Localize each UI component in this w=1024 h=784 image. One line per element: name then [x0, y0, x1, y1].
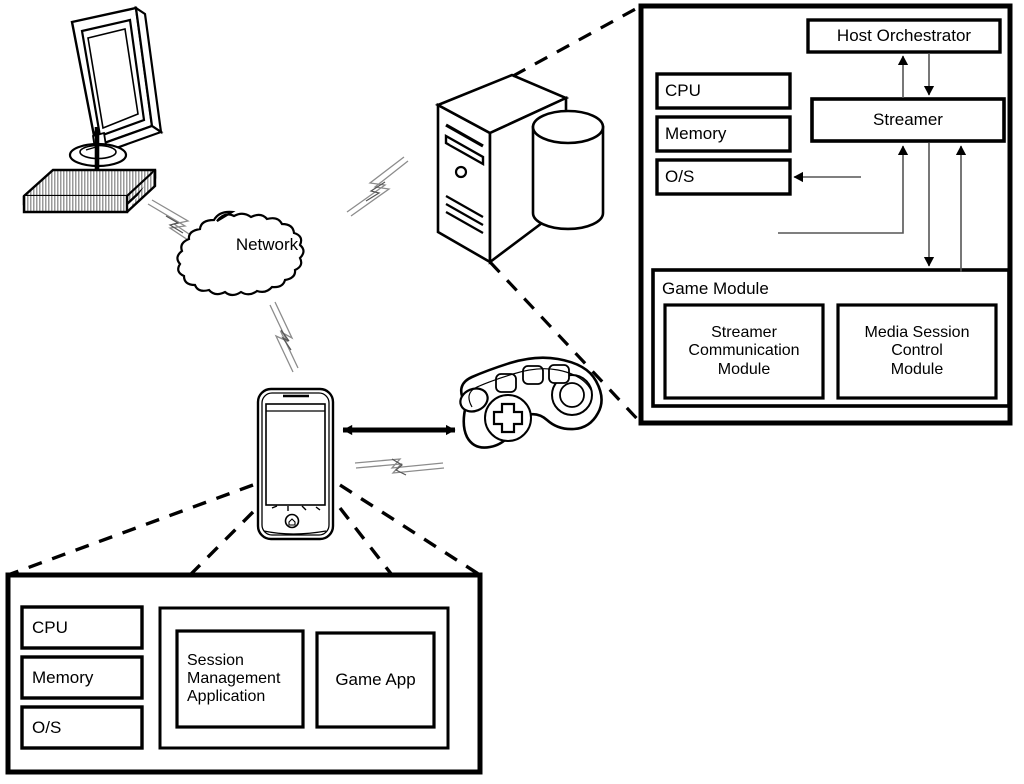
server-memory-box [655, 115, 792, 153]
smartphone [256, 387, 335, 541]
wireless-bolt-network-phone [269, 301, 299, 373]
wireless-bolt-network-server [346, 156, 409, 217]
session-management-application-box [175, 629, 305, 729]
client-detail-panel [5, 572, 483, 775]
server-computer [434, 73, 605, 265]
host-orchestrator-box [806, 18, 1002, 54]
network-cloud [176, 210, 305, 297]
diagram-canvas: Network CPU Memory O/S Host Orchestrator… [0, 0, 1024, 784]
client-memory-box [20, 655, 144, 700]
display-monitor [68, 5, 164, 168]
streamer-communication-module-box [663, 303, 825, 400]
callout-client-detail [7, 483, 481, 577]
streamer-box [810, 97, 1006, 143]
set-top-box [22, 168, 157, 214]
server-detail-panel [638, 3, 1013, 426]
diagram-artwork [5, 3, 1013, 775]
server-os-box [655, 158, 792, 196]
client-cpu-box [20, 605, 144, 650]
wireless-bolt-phone-gamepad [354, 458, 445, 476]
media-session-control-module-box [836, 303, 998, 400]
server-cpu-box [655, 72, 792, 110]
client-os-box [20, 705, 144, 750]
game-app-box [315, 631, 436, 729]
game-controller [459, 356, 603, 449]
